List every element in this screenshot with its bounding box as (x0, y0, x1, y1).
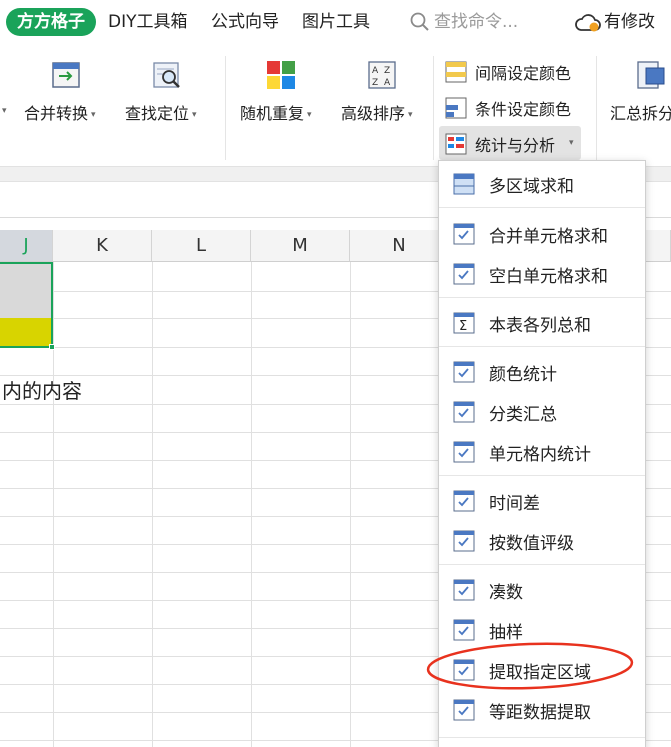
blank-cell-sum-icon (453, 263, 475, 285)
tab-diy-toolbox[interactable]: DIY工具箱 (108, 8, 188, 36)
menu-item-in-cell-stat[interactable]: 单元格内统计 (439, 431, 645, 471)
advanced-sort-label: 高级排序 (341, 104, 406, 123)
svg-text:Z: Z (384, 66, 390, 76)
grid-line (53, 262, 54, 747)
condition-color-label: 条件设定颜色 (475, 100, 572, 119)
fill-handle[interactable] (49, 344, 55, 350)
equidistant-extract-icon (453, 699, 475, 721)
svg-text:Z: Z (372, 78, 378, 88)
tab-formula-wizard[interactable]: 公式向导 (211, 8, 279, 36)
menu-separator (439, 297, 645, 298)
column-header-l[interactable]: L (152, 230, 251, 262)
summary-split-button[interactable]: 汇总拆分 (610, 100, 671, 124)
menu-separator (439, 346, 645, 347)
menu-item-label: 空白单元格求和 (489, 267, 608, 287)
menu-item-category-summary[interactable]: 分类汇总 (439, 391, 645, 431)
find-locate-label: 查找定位 (125, 104, 190, 123)
selection-border (0, 262, 53, 348)
menu-item-equidistant-extract[interactable]: 等距数据提取 (439, 689, 645, 729)
condition-color-button[interactable]: 条件设定颜色 (445, 92, 585, 122)
highlight-oval (426, 642, 634, 690)
advanced-sort-button[interactable]: 高级排序 ▾ (341, 100, 413, 124)
make-up-number-icon (453, 579, 475, 601)
menu-separator (439, 475, 645, 476)
advanced-sort-icon[interactable]: A Z Z A (367, 60, 397, 90)
column-header-m[interactable]: M (251, 230, 350, 262)
summary-split-icon[interactable] (636, 60, 666, 90)
interval-color-button[interactable]: 间隔设定颜色 (445, 56, 585, 86)
statistics-analysis-label: 统计与分析 (475, 136, 556, 155)
chevron-down-icon: ▾ (408, 109, 413, 120)
multi-area-sum-icon (453, 173, 475, 195)
statistics-analysis-button[interactable]: 统计与分析 ▾ (439, 126, 581, 160)
sigma-icon: Σ (453, 312, 475, 334)
chevron-down-icon: ▾ (192, 109, 197, 120)
time-diff-icon (453, 490, 475, 512)
find-locate-icon[interactable] (152, 60, 182, 90)
menu-item-column-totals[interactable]: Σ 本表各列总和 (439, 302, 645, 342)
in-cell-stat-icon (453, 441, 475, 463)
column-header-k[interactable]: K (53, 230, 152, 262)
menu-item-merged-cell-sum[interactable]: 合并单元格求和 (439, 213, 645, 253)
top-tab-bar: 方方格子 DIY工具箱 公式向导 图片工具 查找命令... 有修改 (0, 0, 671, 44)
menu-separator (439, 737, 645, 738)
menu-item-label: 合并单元格求和 (489, 227, 608, 247)
menu-item-label: 本表各列总和 (489, 316, 591, 336)
column-header-n[interactable]: N (350, 230, 449, 262)
svg-text:Σ: Σ (459, 319, 467, 334)
menu-item-multi-area-sum[interactable]: 多区域求和 (439, 163, 645, 203)
cloud-sync-icon[interactable] (574, 12, 602, 34)
menu-item-label: 等距数据提取 (489, 703, 591, 723)
svg-text:A: A (384, 78, 391, 88)
merged-cell-sum-icon (453, 223, 475, 245)
condition-color-icon (445, 97, 467, 119)
merge-convert-label: 合并转换 (24, 104, 89, 123)
menu-item-time-diff[interactable]: 时间差 (439, 480, 645, 520)
ribbon-divider (225, 56, 226, 160)
menu-item-label: 多区域求和 (489, 177, 574, 197)
category-summary-icon (453, 401, 475, 423)
menu-item-label: 分类汇总 (489, 405, 557, 425)
value-rating-icon (453, 530, 475, 552)
ribbon-divider (433, 56, 434, 160)
search-input[interactable]: 查找命令... (434, 8, 518, 36)
random-repeat-button[interactable]: 随机重复 ▾ (240, 100, 312, 124)
random-repeat-label: 随机重复 (240, 104, 305, 123)
interval-color-label: 间隔设定颜色 (475, 64, 572, 83)
ribbon-divider (596, 56, 597, 160)
sampling-icon (453, 619, 475, 641)
menu-separator (439, 564, 645, 565)
statistics-icon (445, 133, 467, 155)
chevron-down-icon: ▾ (91, 109, 96, 120)
chevron-down-icon: ▾ (307, 109, 312, 120)
random-repeat-icon[interactable] (266, 60, 296, 90)
tab-fangfang-gezi[interactable]: 方方格子 (6, 8, 96, 36)
menu-item-label: 颜色统计 (489, 365, 557, 385)
menu-item-label: 凑数 (489, 583, 523, 603)
column-header-j[interactable]: J (0, 230, 53, 262)
menu-item-label: 单元格内统计 (489, 445, 591, 465)
grid-line (152, 262, 153, 747)
chevron-down-icon[interactable]: ▾ (2, 106, 7, 116)
merge-convert-button[interactable]: 合并转换 ▾ (24, 100, 96, 124)
menu-separator (439, 207, 645, 208)
menu-item-make-up-number[interactable]: 凑数 (439, 569, 645, 609)
grid-line (350, 262, 351, 747)
search-icon[interactable] (410, 12, 430, 32)
menu-item-color-stat[interactable]: 颜色统计 (439, 351, 645, 391)
interval-color-icon (445, 61, 467, 83)
merge-convert-icon[interactable] (51, 60, 81, 90)
menu-item-label: 时间差 (489, 494, 540, 514)
find-locate-button[interactable]: 查找定位 ▾ (125, 100, 197, 124)
menu-item-value-rating[interactable]: 按数值评级 (439, 520, 645, 560)
svg-text:A: A (372, 66, 379, 76)
modified-status: 有修改 (604, 12, 655, 32)
menu-item-blank-cell-sum[interactable]: 空白单元格求和 (439, 253, 645, 293)
color-stat-icon (453, 361, 475, 383)
chevron-down-icon: ▾ (569, 138, 574, 148)
grid-line (251, 262, 252, 747)
cell-text[interactable]: 内的内容 (2, 375, 82, 404)
tab-image-tools[interactable]: 图片工具 (302, 8, 370, 36)
menu-item-label: 按数值评级 (489, 534, 574, 554)
